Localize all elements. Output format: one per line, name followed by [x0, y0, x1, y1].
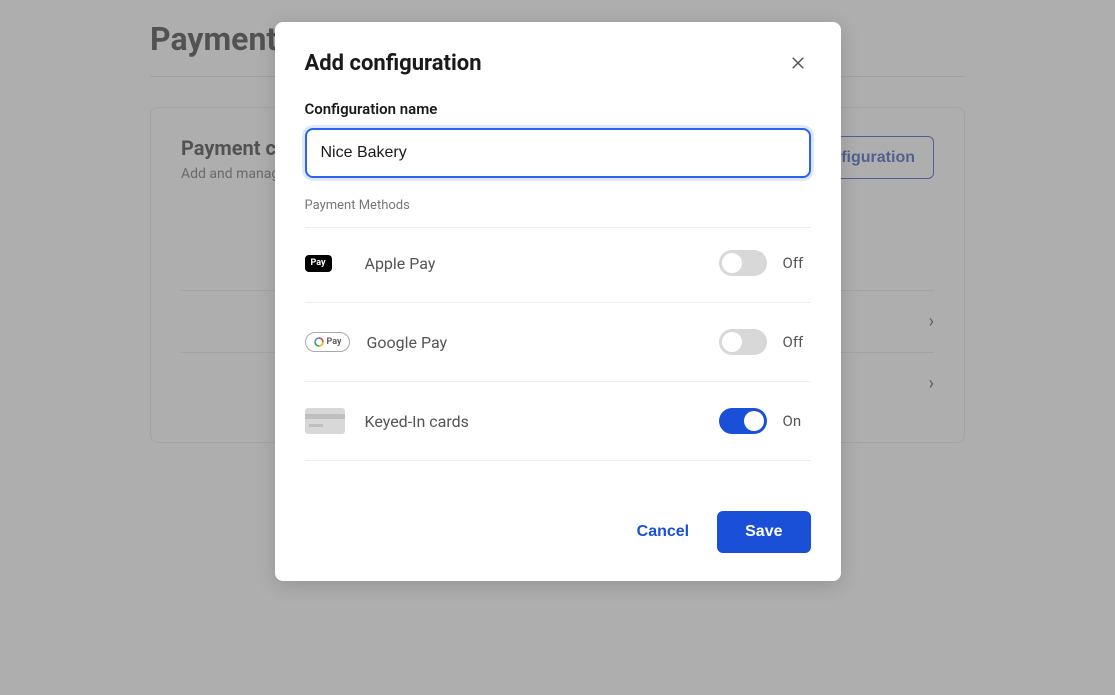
toggle-state-label: Off: [783, 333, 811, 351]
toggle-state-label: Off: [783, 254, 811, 272]
toggle-state-label: On: [783, 412, 811, 430]
config-name-input[interactable]: [305, 128, 811, 178]
payment-method-name: Google Pay: [366, 333, 702, 352]
keyed-in-toggle[interactable]: [719, 408, 767, 434]
payment-methods-list: Pay Apple Pay Off Pay Google Pay: [305, 227, 811, 461]
modal-title: Add configuration: [305, 51, 482, 76]
config-name-label: Configuration name: [305, 100, 811, 118]
payment-method-row-apple-pay: Pay Apple Pay Off: [305, 228, 811, 303]
close-button[interactable]: [785, 50, 811, 76]
payment-method-name: Apple Pay: [365, 254, 703, 273]
payment-method-name: Keyed-In cards: [365, 412, 703, 431]
add-configuration-modal: Add configuration Configuration name Pay…: [275, 22, 841, 581]
google-pay-toggle[interactable]: [719, 329, 767, 355]
payment-method-row-keyed-in: Keyed-In cards On: [305, 382, 811, 461]
close-icon: [789, 54, 807, 72]
cancel-button[interactable]: Cancel: [633, 511, 693, 553]
payment-methods-label: Payment Methods: [305, 198, 811, 213]
card-icon: [305, 408, 345, 434]
google-pay-icon: Pay: [305, 332, 351, 352]
apple-pay-icon: Pay: [305, 255, 332, 272]
save-button[interactable]: Save: [717, 511, 810, 553]
apple-pay-toggle[interactable]: [719, 250, 767, 276]
payment-method-row-google-pay: Pay Google Pay Off: [305, 303, 811, 382]
